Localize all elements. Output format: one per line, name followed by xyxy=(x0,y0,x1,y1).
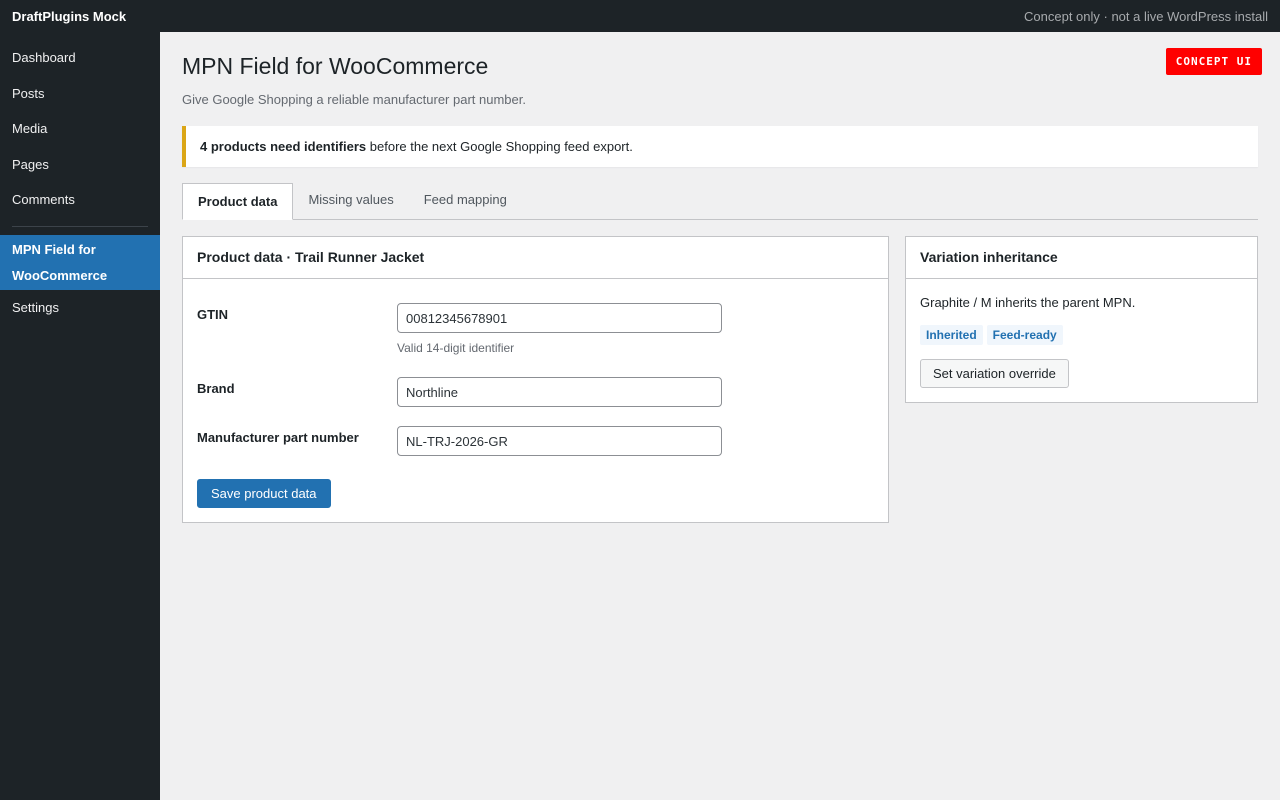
mpn-field[interactable] xyxy=(397,426,722,456)
concept-note: Concept only · not a live WordPress inst… xyxy=(1024,8,1268,24)
sidebar-item-mpn-field[interactable]: MPN Field for WooCommerce xyxy=(0,234,160,290)
gtin-label: GTIN xyxy=(197,307,229,322)
sidebar-item-settings[interactable]: Settings xyxy=(0,290,160,326)
product-panel-title: Product data · Trail Runner Jacket xyxy=(183,237,888,279)
concept-badge: CONCEPT UI xyxy=(1165,48,1262,75)
mpn-label: Manufacturer part number xyxy=(197,430,359,445)
page-title: MPN Field for WooCommerce xyxy=(182,53,489,79)
brand-field[interactable] xyxy=(397,377,722,407)
notice-text: before the next Google Shopping feed exp… xyxy=(366,139,633,154)
variation-description: Graphite / M inherits the parent MPN. xyxy=(920,295,1136,310)
site-name[interactable]: DraftPlugins Mock xyxy=(12,9,126,24)
admin-bar: DraftPlugins Mock Concept only · not a l… xyxy=(0,0,1280,32)
gtin-help: Valid 14-digit identifier xyxy=(397,341,515,355)
main-content: MPN Field for WooCommerce CONCEPT UI Giv… xyxy=(182,32,1262,523)
tab-bar: Product data Missing values Feed mapping xyxy=(182,183,1258,220)
sidebar-item-media[interactable]: Media xyxy=(0,111,160,147)
notice-count: 4 products need identifiers xyxy=(200,139,367,154)
tab-missing-values[interactable]: Missing values xyxy=(293,182,408,219)
save-product-data-button[interactable]: Save product data xyxy=(197,479,331,508)
product-data-panel: Product data · Trail Runner Jacket GTIN … xyxy=(182,236,889,523)
sidebar-item-comments[interactable]: Comments xyxy=(0,182,160,218)
tab-product-data[interactable]: Product data xyxy=(182,183,294,220)
tab-feed-mapping[interactable]: Feed mapping xyxy=(409,182,522,219)
set-variation-override-button[interactable]: Set variation override xyxy=(920,359,1069,388)
variation-inheritance-panel: Variation inheritance Graphite / M inher… xyxy=(905,236,1258,403)
feed-ready-badge: Feed-ready xyxy=(986,325,1063,345)
warning-notice: 4 products need identifiers before the n… xyxy=(182,126,1258,167)
inherited-badge: Inherited xyxy=(920,325,983,345)
gtin-field[interactable] xyxy=(397,303,722,333)
page-subtitle: Give Google Shopping a reliable manufact… xyxy=(182,92,526,107)
brand-label: Brand xyxy=(197,381,235,396)
sidebar-item-pages[interactable]: Pages xyxy=(0,147,160,183)
sidebar-separator xyxy=(12,225,148,227)
variation-panel-title: Variation inheritance xyxy=(906,237,1257,279)
admin-sidebar: Dashboard Posts Media Pages Comments MPN… xyxy=(0,32,160,800)
sidebar-item-posts[interactable]: Posts xyxy=(0,76,160,112)
variation-tags: Inherited Feed-ready xyxy=(920,325,1063,345)
sidebar-item-dashboard[interactable]: Dashboard xyxy=(0,40,160,76)
